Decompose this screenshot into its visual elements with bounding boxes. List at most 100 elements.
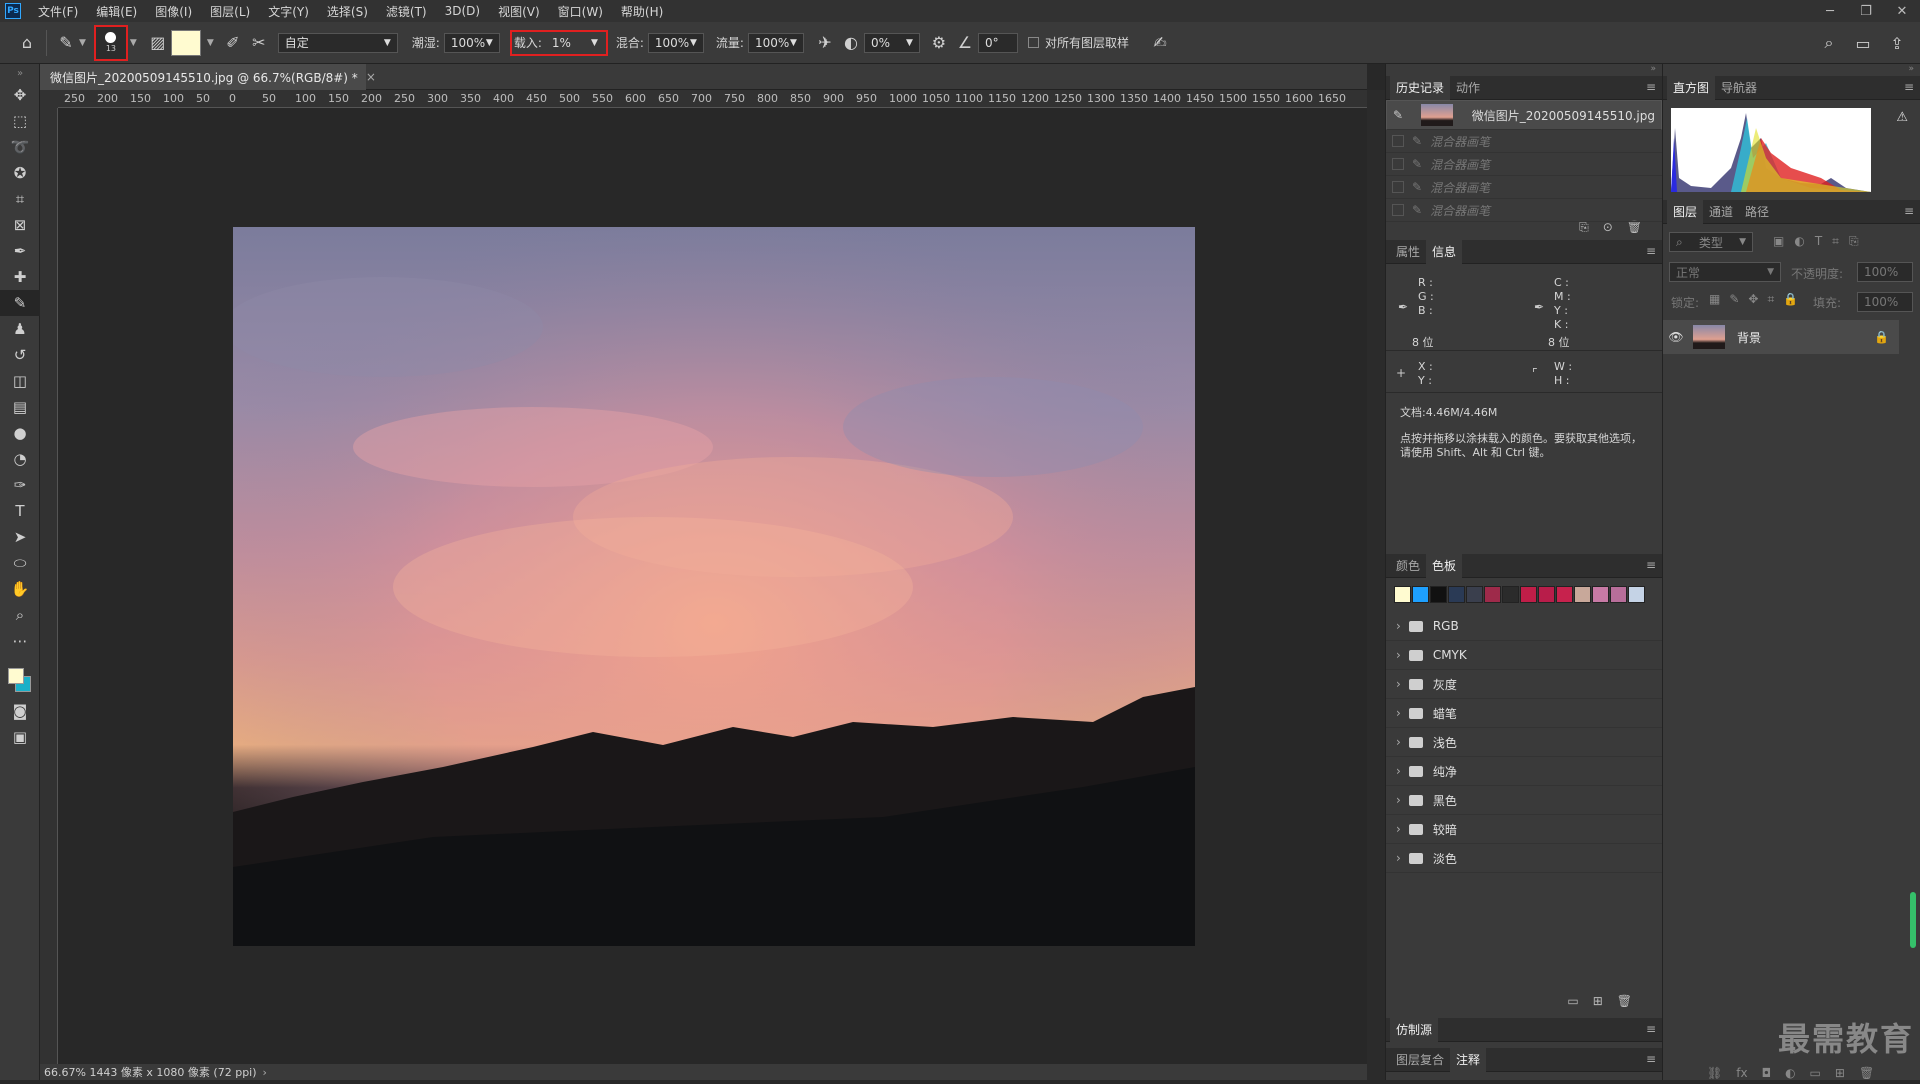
color-swatch[interactable]: [1448, 586, 1465, 603]
type-tool-icon[interactable]: T: [0, 498, 40, 524]
tab-swatches[interactable]: 色板: [1426, 554, 1462, 578]
lock-pixels-icon[interactable]: ✎: [1729, 292, 1739, 307]
brush-tool-icon[interactable]: ✎: [0, 290, 40, 316]
menu-window[interactable]: 窗口(W): [549, 3, 612, 20]
clean-brush-icon[interactable]: ✂: [246, 30, 272, 56]
mixer-brush-tool-icon[interactable]: ✎: [53, 30, 79, 56]
color-swatch[interactable]: [1430, 586, 1447, 603]
crop-tool-icon[interactable]: ⌗: [0, 186, 40, 212]
menu-type[interactable]: 文字(Y): [259, 3, 318, 20]
history-checkbox[interactable]: [1392, 204, 1404, 216]
shape-tool-icon[interactable]: ⬭: [0, 550, 40, 576]
blend-preset-select[interactable]: 自定▼: [278, 33, 398, 53]
current-brush-load-swatch[interactable]: [171, 30, 201, 56]
chevron-right-icon[interactable]: ›: [1396, 851, 1401, 865]
chevron-right-icon[interactable]: ›: [1396, 677, 1401, 691]
fill-input[interactable]: 100%: [1857, 292, 1913, 312]
marquee-tool-icon[interactable]: ⬚: [0, 108, 40, 134]
color-swatch[interactable]: [1520, 586, 1537, 603]
mask-icon[interactable]: ◘: [1762, 1066, 1772, 1080]
trash-icon[interactable]: 🗑: [1617, 994, 1632, 1008]
history-checkbox[interactable]: [1392, 135, 1404, 147]
blend-mode-select[interactable]: 正常▼: [1669, 262, 1781, 282]
tab-actions[interactable]: 动作: [1450, 76, 1486, 100]
panel-menu-icon[interactable]: ≡: [1646, 1022, 1656, 1036]
add-icon[interactable]: ⊞: [1593, 994, 1603, 1008]
swatch-group[interactable]: ›淡色: [1386, 844, 1662, 873]
panel-menu-icon[interactable]: ≡: [1904, 204, 1914, 218]
menu-layer[interactable]: 图层(L): [201, 3, 259, 20]
minimize-icon[interactable]: ─: [1812, 0, 1848, 22]
panel-menu-icon[interactable]: ≡: [1646, 1052, 1656, 1066]
angle-input[interactable]: 0°: [978, 33, 1018, 53]
tab-color[interactable]: 颜色: [1390, 554, 1426, 578]
chevron-right-icon[interactable]: ›: [1396, 793, 1401, 807]
chevron-right-icon[interactable]: ›: [263, 1066, 267, 1079]
color-swatch[interactable]: [1610, 586, 1627, 603]
brush-preset-picker[interactable]: 13: [96, 27, 126, 59]
tab-layer-comps[interactable]: 图层复合: [1390, 1048, 1450, 1072]
document-image[interactable]: [233, 227, 1195, 946]
move-tool-icon[interactable]: ✥: [0, 82, 40, 108]
adjustment-icon[interactable]: ◐: [1785, 1066, 1795, 1080]
swatch-group[interactable]: ›蜡笔: [1386, 699, 1662, 728]
chevron-right-icon[interactable]: ›: [1396, 822, 1401, 836]
folder-icon[interactable]: ▭: [1567, 994, 1578, 1008]
frame-tool-icon[interactable]: ⊠: [0, 212, 40, 238]
history-step[interactable]: ✎混合器画笔: [1386, 176, 1662, 199]
flow-input[interactable]: 100%▼: [748, 33, 804, 53]
color-swatch[interactable]: [1556, 586, 1573, 603]
share-icon[interactable]: ⇪: [1884, 30, 1910, 56]
load-brush-icon[interactable]: ✐: [220, 30, 246, 56]
new-document-icon[interactable]: ⎘: [1579, 220, 1589, 240]
menu-edit[interactable]: 编辑(E): [87, 3, 146, 20]
panel-menu-icon[interactable]: ≡: [1904, 80, 1914, 94]
tab-channels[interactable]: 通道: [1703, 200, 1739, 224]
lock-icon[interactable]: 🔒: [1874, 330, 1889, 344]
lock-artboard-icon[interactable]: ⌗: [1767, 292, 1774, 307]
image-filter-icon[interactable]: ▣: [1773, 234, 1784, 249]
menu-help[interactable]: 帮助(H): [612, 3, 672, 20]
panel-menu-icon[interactable]: ≡: [1646, 558, 1656, 572]
swatch-group[interactable]: ›纯净: [1386, 757, 1662, 786]
color-swatch[interactable]: [1502, 586, 1519, 603]
foreground-color[interactable]: [8, 668, 24, 684]
gear-icon[interactable]: ⚙: [926, 30, 952, 56]
load-input[interactable]: 1%▼: [546, 33, 604, 53]
swatch-group[interactable]: ›黑色: [1386, 786, 1662, 815]
pen-tool-icon[interactable]: ✑: [0, 472, 40, 498]
history-checkbox[interactable]: [1392, 158, 1404, 170]
chevron-right-icon[interactable]: ›: [1396, 706, 1401, 720]
brush-settings-icon[interactable]: ▨: [145, 30, 171, 56]
adjustment-filter-icon[interactable]: ◐: [1794, 234, 1804, 249]
opacity-input[interactable]: 100%: [1857, 262, 1913, 282]
wet-input[interactable]: 100%▼: [444, 33, 500, 53]
zoom-tool-icon[interactable]: ⌕: [0, 602, 40, 628]
chevron-right-icon[interactable]: ›: [1396, 735, 1401, 749]
link-icon[interactable]: ⛓: [1707, 1066, 1722, 1080]
close-icon[interactable]: ✕: [1884, 0, 1920, 22]
menu-3d[interactable]: 3D(D): [436, 4, 489, 18]
vertical-ruler[interactable]: [40, 108, 58, 1064]
lock-position-icon[interactable]: ✥: [1748, 292, 1758, 307]
color-swatch[interactable]: [1628, 586, 1645, 603]
menu-select[interactable]: 选择(S): [318, 3, 377, 20]
chevron-right-icon[interactable]: ›: [1396, 648, 1401, 662]
color-swatch[interactable]: [1412, 586, 1429, 603]
panel-menu-icon[interactable]: ≡: [1646, 244, 1656, 258]
add-icon[interactable]: ⊞: [1835, 1066, 1845, 1080]
scroll-indicator[interactable]: [1910, 892, 1916, 948]
hand-tool-icon[interactable]: ✋: [0, 576, 40, 602]
warning-icon[interactable]: ⚠: [1896, 110, 1908, 125]
gradient-tool-icon[interactable]: ▤: [0, 394, 40, 420]
collapse-icon[interactable]: »: [1386, 64, 1662, 76]
history-step[interactable]: ✎混合器画笔: [1386, 153, 1662, 176]
camera-icon[interactable]: ⊙: [1603, 220, 1613, 240]
swatch-group[interactable]: ›灰度: [1386, 670, 1662, 699]
menu-filter[interactable]: 滤镜(T): [377, 3, 436, 20]
chevron-down-icon[interactable]: ▼: [79, 38, 86, 48]
swatch-group[interactable]: ›浅色: [1386, 728, 1662, 757]
trash-icon[interactable]: 🗑: [1627, 220, 1642, 240]
tab-paths[interactable]: 路径: [1739, 200, 1775, 224]
lock-transparent-icon[interactable]: ▦: [1709, 292, 1720, 307]
